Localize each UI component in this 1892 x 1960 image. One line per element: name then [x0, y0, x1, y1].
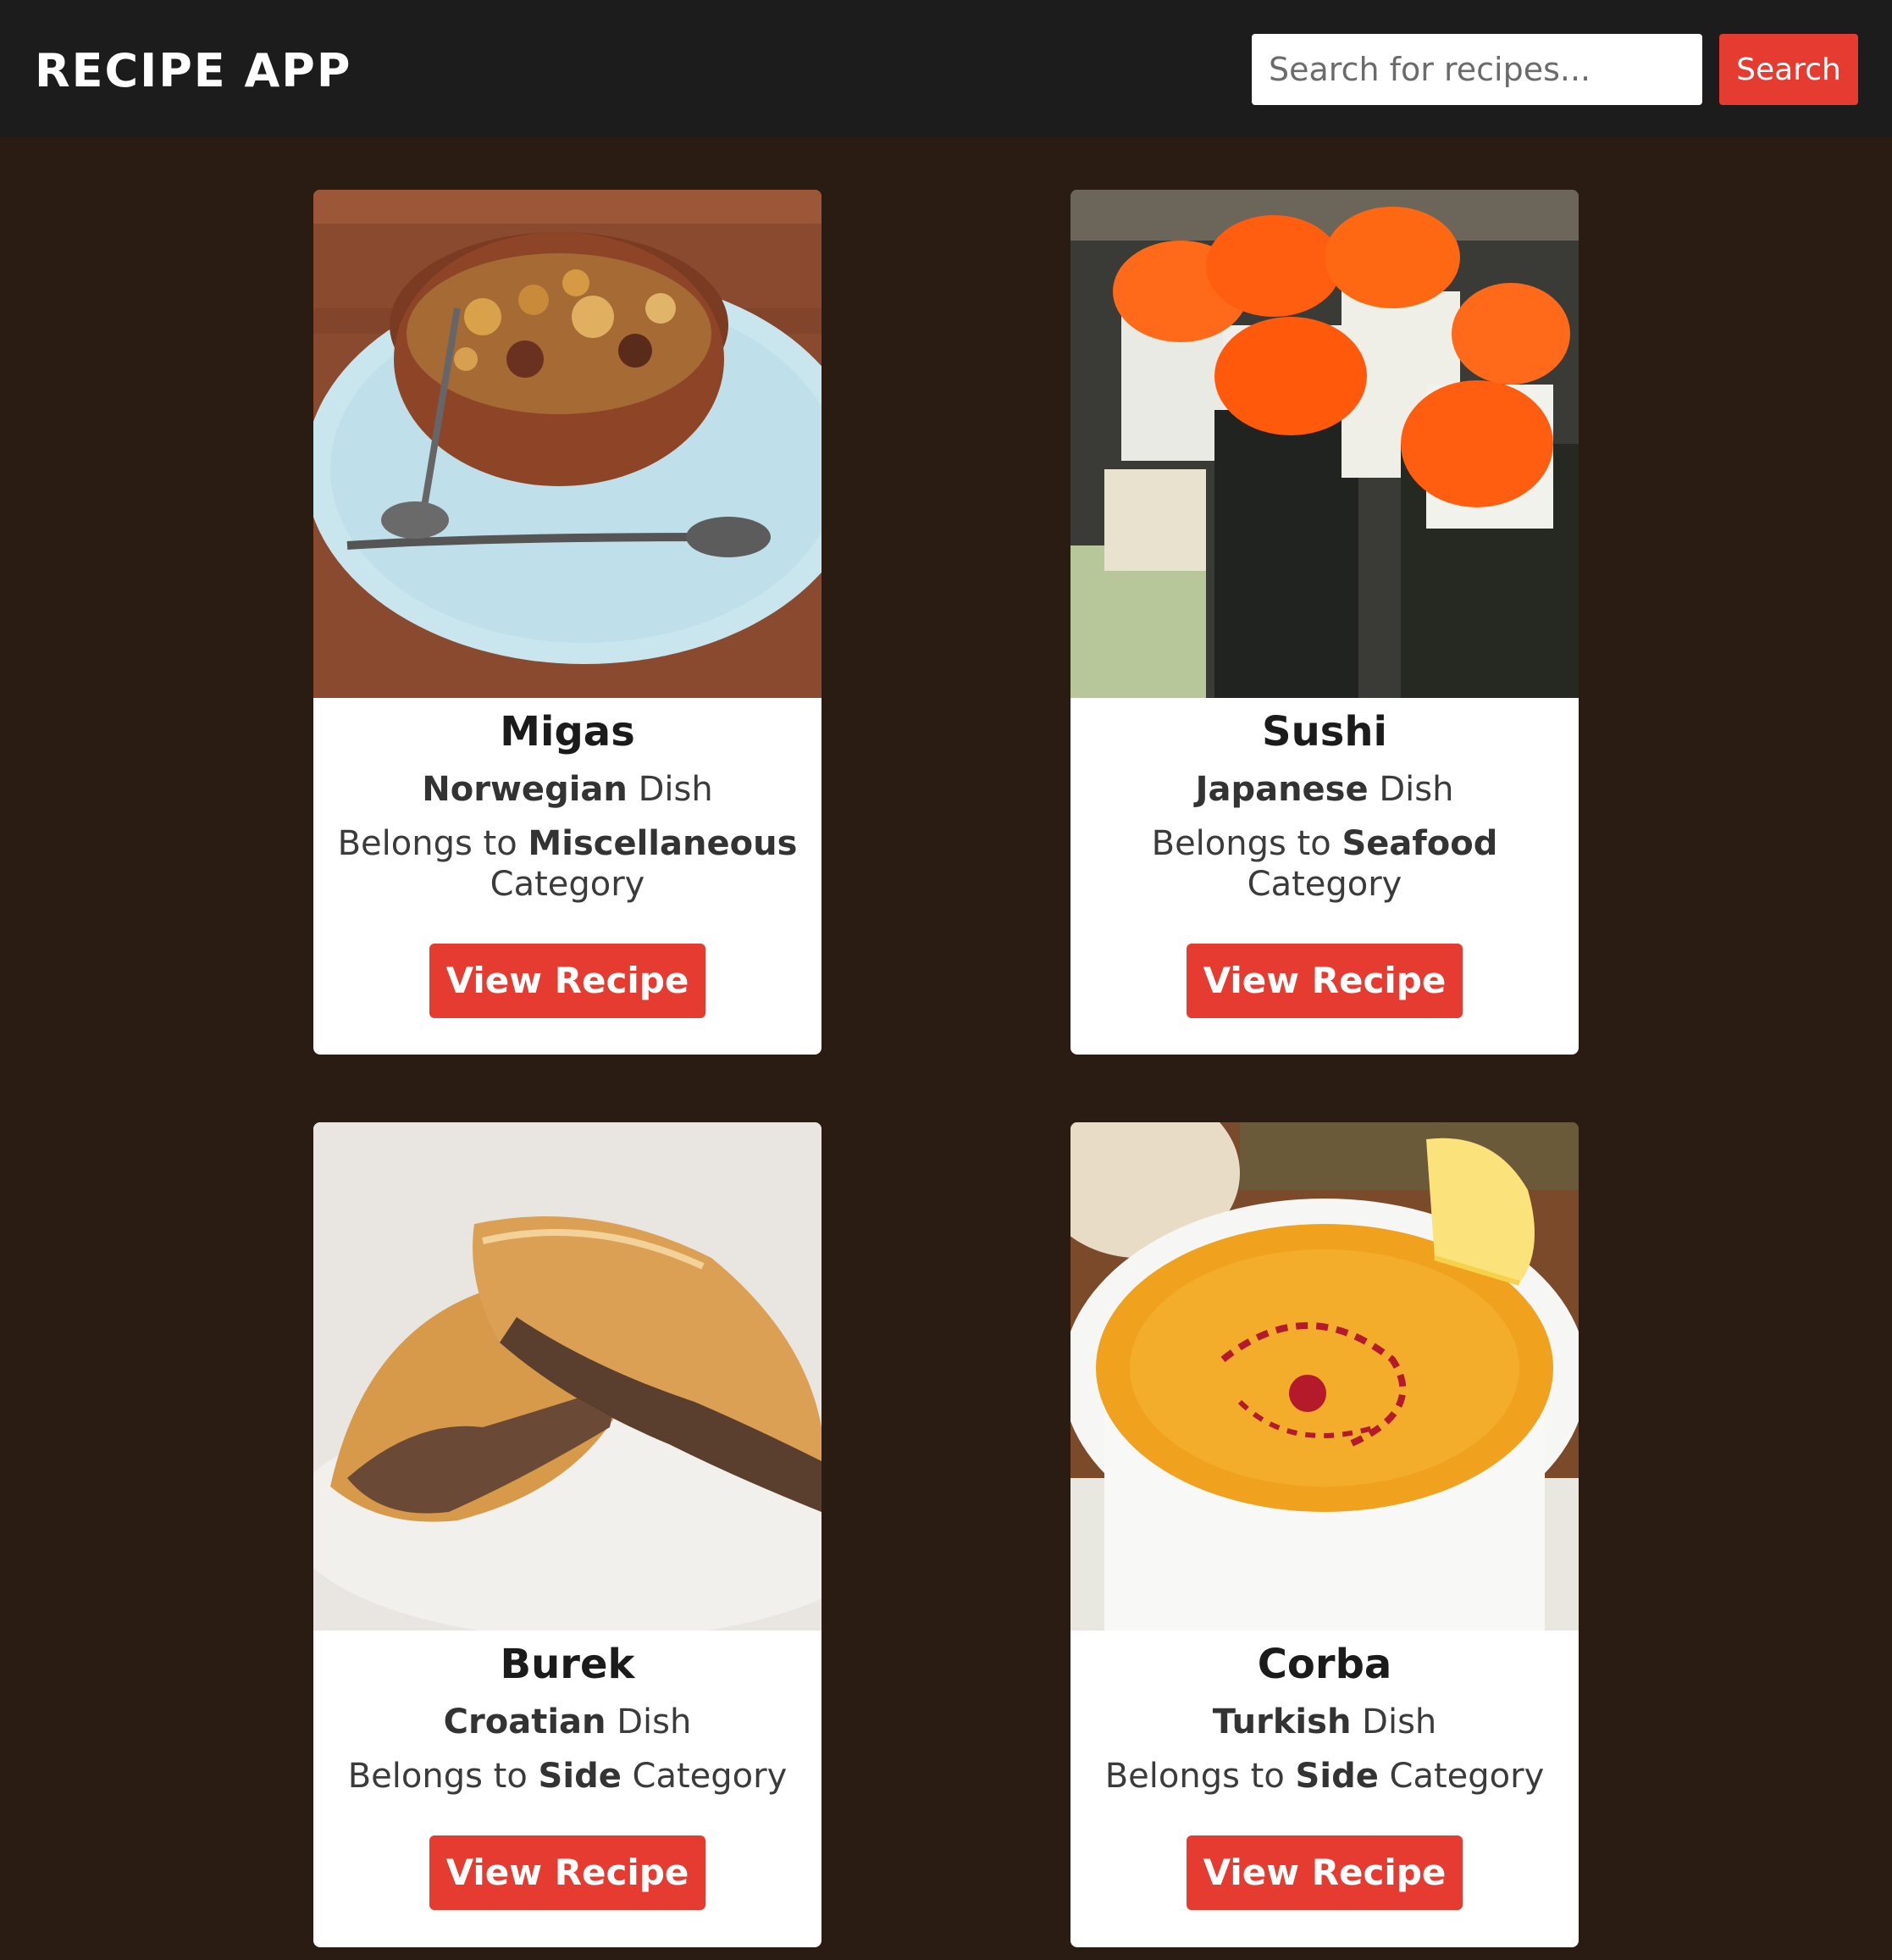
view-recipe-button[interactable]: View Recipe	[429, 1835, 706, 1910]
top-navbar: RECIPE APP Search	[0, 0, 1892, 137]
recipe-title: Sushi	[1262, 708, 1387, 756]
search-button[interactable]: Search	[1719, 34, 1858, 105]
recipe-area: Croatian Dish	[443, 1703, 692, 1741]
recipe-category: Belongs to Side Category	[1104, 1757, 1545, 1796]
view-recipe-button[interactable]: View Recipe	[1186, 944, 1463, 1018]
view-recipe-button[interactable]: View Recipe	[429, 944, 706, 1018]
recipe-area: Turkish Dish	[1212, 1703, 1437, 1741]
recipe-card: Burek Croatian Dish Belongs to Side Cate…	[313, 1122, 822, 1947]
recipe-title: Burek	[500, 1641, 635, 1688]
recipe-card: Sushi Japanese Dish Belongs to Seafood C…	[1070, 190, 1579, 1055]
recipe-card: Migas Norwegian Dish Belongs to Miscella…	[313, 190, 822, 1055]
corba-soup-image	[1070, 1122, 1579, 1631]
migas-bowl-image	[313, 190, 822, 698]
app-brand: RECIPE APP	[35, 44, 352, 97]
search-input[interactable]	[1252, 34, 1702, 105]
recipe-area: Norwegian Dish	[422, 770, 713, 809]
recipe-title: Corba	[1257, 1641, 1392, 1688]
burek-pastry-image	[313, 1122, 822, 1631]
recipe-category: Belongs to Side Category	[347, 1757, 788, 1796]
sushi-rolls-image	[1070, 190, 1579, 698]
recipe-category: Belongs to Miscellaneous Category	[337, 824, 798, 904]
recipe-card: Corba Turkish Dish Belongs to Side Categ…	[1070, 1122, 1579, 1947]
recipe-area: Japanese Dish	[1195, 770, 1454, 809]
recipe-category: Belongs to Seafood Category	[1151, 824, 1498, 904]
view-recipe-button[interactable]: View Recipe	[1186, 1835, 1463, 1910]
recipe-title: Migas	[500, 708, 635, 756]
